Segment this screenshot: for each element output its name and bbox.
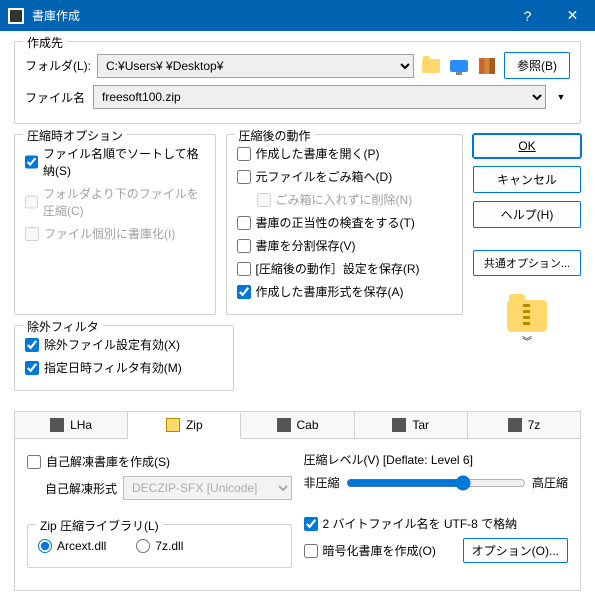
app-icon [8,8,24,24]
lib-arcext-radio[interactable]: Arcext.dll [38,539,106,553]
enable-filter-check[interactable]: 除外ファイル設定有効(X) [25,336,223,353]
verify-check[interactable]: 書庫の正当性の検査をする(T) [237,214,452,231]
split-check[interactable]: 書庫を分割保存(V) [237,237,452,254]
per-file-check: ファイル個別に書庫化(I) [25,225,205,242]
common-options-button[interactable]: 共通オプション... [473,250,581,276]
ok-button[interactable]: OK [473,134,581,158]
close-button[interactable]: ✕ [550,0,595,31]
level-label: 圧縮レベル(V) [304,453,380,467]
utf8-check[interactable]: 2 バイトファイル名を UTF-8 で格納 [304,515,569,532]
sfx-group: 自己解凍書庫を作成(S) 自己解凍形式 DECZIP-SFX [Unicode] [27,451,292,514]
browse-button[interactable]: 参照(B) [504,52,570,79]
expand-toggle-icon[interactable]: ︾ [473,340,581,346]
filename-label: ファイル名 [25,89,87,106]
date-filter-check[interactable]: 指定日時フィルタ有効(M) [25,359,223,376]
zip-lib-group: Zip 圧縮ライブラリ(L) Arcext.dll 7z.dll [27,524,292,568]
below-folder-check: フォルダより下のファイルを圧縮(C) [25,185,205,219]
zip-panel: 自己解凍書庫を作成(S) 自己解凍形式 DECZIP-SFX [Unicode]… [14,438,581,591]
lib-7z-radio[interactable]: 7z.dll [136,539,183,553]
archive-type-icon [507,300,547,332]
exclude-filter-group: 除外フィルタ 除外ファイル設定有効(X) 指定日時フィルタ有効(M) [14,325,234,391]
tab-tar[interactable]: Tar [355,412,468,438]
sfx-format-label: 自己解凍形式 [45,480,117,497]
save-format-check[interactable]: 作成した書庫形式を保存(A) [237,283,452,300]
level-slider[interactable] [346,475,526,491]
tab-lha[interactable]: LHa [15,412,128,438]
crypto-check[interactable]: 暗号化書庫を作成(O) [304,542,455,559]
compress-options-legend: 圧縮時オプション [23,127,127,144]
filename-dropdown-icon[interactable]: ▼ [552,86,570,108]
zip-lib-legend: Zip 圧縮ライブラリ(L) [36,517,163,534]
library-icon[interactable] [476,55,498,77]
window-title: 書庫作成 [32,7,505,24]
sort-by-name-check[interactable]: ファイル名順でソートして格納(S) [25,145,205,179]
open-created-check[interactable]: 作成した書庫を開く(P) [237,145,452,162]
delete-no-trash-check: ごみ箱に入れずに削除(N) [257,191,452,208]
tab-cab[interactable]: Cab [241,412,354,438]
sfx-check[interactable]: 自己解凍書庫を作成(S) [27,453,292,470]
exclude-filter-legend: 除外フィルタ [23,318,103,335]
save-behavior-check[interactable]: [圧縮後の動作］設定を保存(R) [237,260,452,277]
level-value: [Deflate: Level 6] [383,453,473,467]
filename-select[interactable]: freesoft100.zip [93,85,546,109]
level-high-label: 高圧縮 [532,474,568,491]
after-compress-legend: 圧縮後の動作 [235,127,315,144]
help-button[interactable]: ? [505,0,550,31]
format-tabs: LHa Zip Cab Tar 7z [14,411,581,438]
titlebar: 書庫作成 ? ✕ [0,0,595,31]
desktop-icon[interactable] [448,55,470,77]
destination-legend: 作成先 [23,34,67,51]
open-folder-icon[interactable] [420,55,442,77]
crypto-option-button[interactable]: オプション(O)... [463,538,568,563]
folder-label: フォルダ(L): [25,57,91,74]
level-low-label: 非圧縮 [304,474,340,491]
to-trash-check[interactable]: 元ファイルをごみ箱へ(D) [237,168,452,185]
after-compress-group: 圧縮後の動作 作成した書庫を開く(P) 元ファイルをごみ箱へ(D) ごみ箱に入れ… [226,134,463,315]
help-std-button[interactable]: ヘルプ(H) [473,201,581,228]
compress-options-group: 圧縮時オプション ファイル名順でソートして格納(S) フォルダより下のファイルを… [14,134,216,315]
cancel-button[interactable]: キャンセル [473,166,581,193]
sfx-format-select: DECZIP-SFX [Unicode] [123,476,291,500]
tab-7z[interactable]: 7z [468,412,580,438]
folder-select[interactable]: C:¥Users¥ ¥Desktop¥ [97,54,414,78]
destination-group: 作成先 フォルダ(L): C:¥Users¥ ¥Desktop¥ 参照(B) フ… [14,41,581,124]
tab-zip[interactable]: Zip [128,413,241,439]
level-slider-row: 非圧縮 高圧縮 [304,474,569,491]
